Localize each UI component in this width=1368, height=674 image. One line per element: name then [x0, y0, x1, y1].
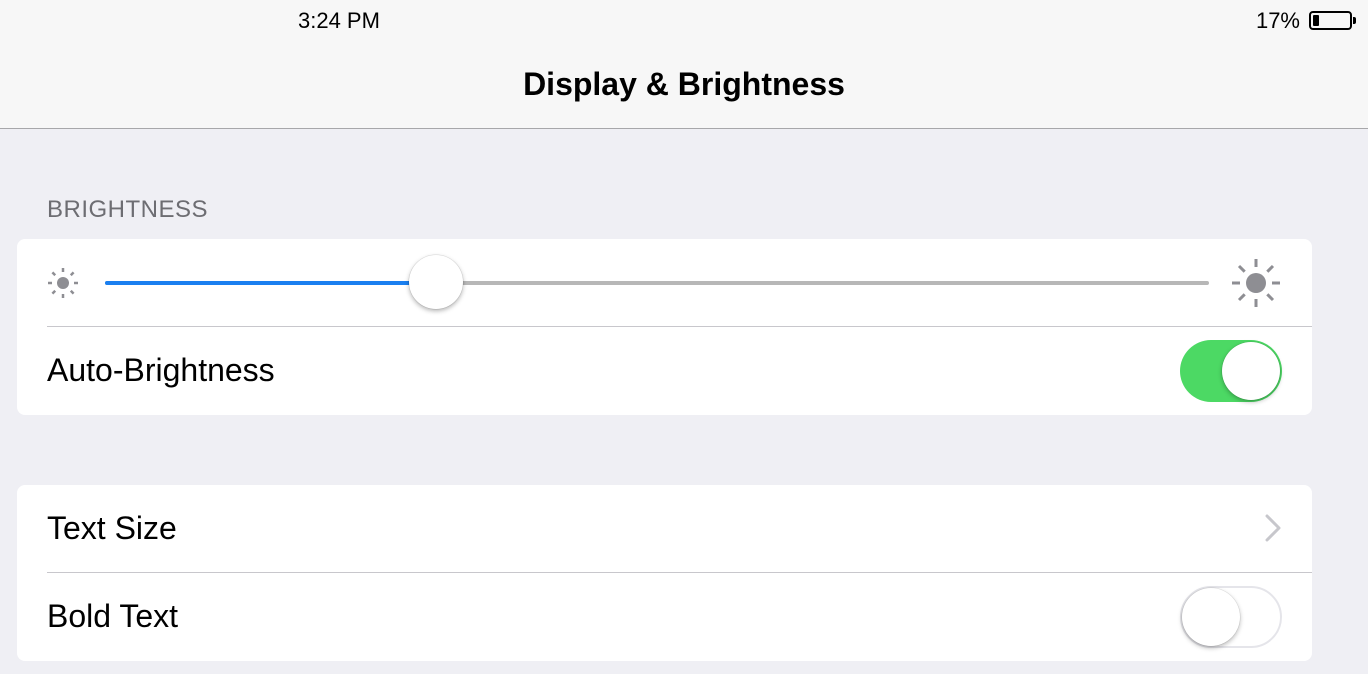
text-size-label: Text Size: [47, 510, 177, 546]
status-time: 3:24 PM: [298, 8, 380, 33]
toggle-knob: [1222, 342, 1280, 400]
brightness-group: Auto-Brightness: [17, 239, 1312, 415]
battery-percentage: 17%: [1255, 8, 1300, 33]
section-header-brightness: BRIGHTNESS: [47, 196, 209, 223]
brightness-slider-thumb[interactable]: [409, 255, 464, 309]
battery-fill: [1313, 15, 1319, 26]
brightness-slider-row: [17, 239, 1312, 327]
page-title: Display & Brightness: [523, 66, 845, 102]
auto-brightness-toggle[interactable]: [1180, 340, 1282, 402]
battery-icon: [1309, 11, 1352, 30]
battery-nub: [1353, 17, 1356, 24]
auto-brightness-label: Auto-Brightness: [47, 352, 275, 388]
bold-text-label: Bold Text: [47, 598, 179, 634]
brightness-slider-fill: [105, 281, 437, 285]
bold-text-row: Bold Text: [17, 573, 1312, 660]
sun-small-icon: [46, 266, 80, 305]
status-and-nav-bar: 3:24 PM 17% Display & Brightness: [0, 0, 1368, 129]
brightness-slider[interactable]: [105, 281, 1209, 285]
sun-large-icon: [1231, 258, 1281, 313]
chevron-right-icon: [1264, 513, 1282, 548]
auto-brightness-row: Auto-Brightness: [17, 327, 1312, 414]
text-group: Text Size Bold Text: [17, 485, 1312, 661]
bold-text-toggle[interactable]: [1180, 586, 1282, 648]
toggle-knob: [1182, 588, 1240, 646]
text-size-row[interactable]: Text Size: [17, 485, 1312, 573]
